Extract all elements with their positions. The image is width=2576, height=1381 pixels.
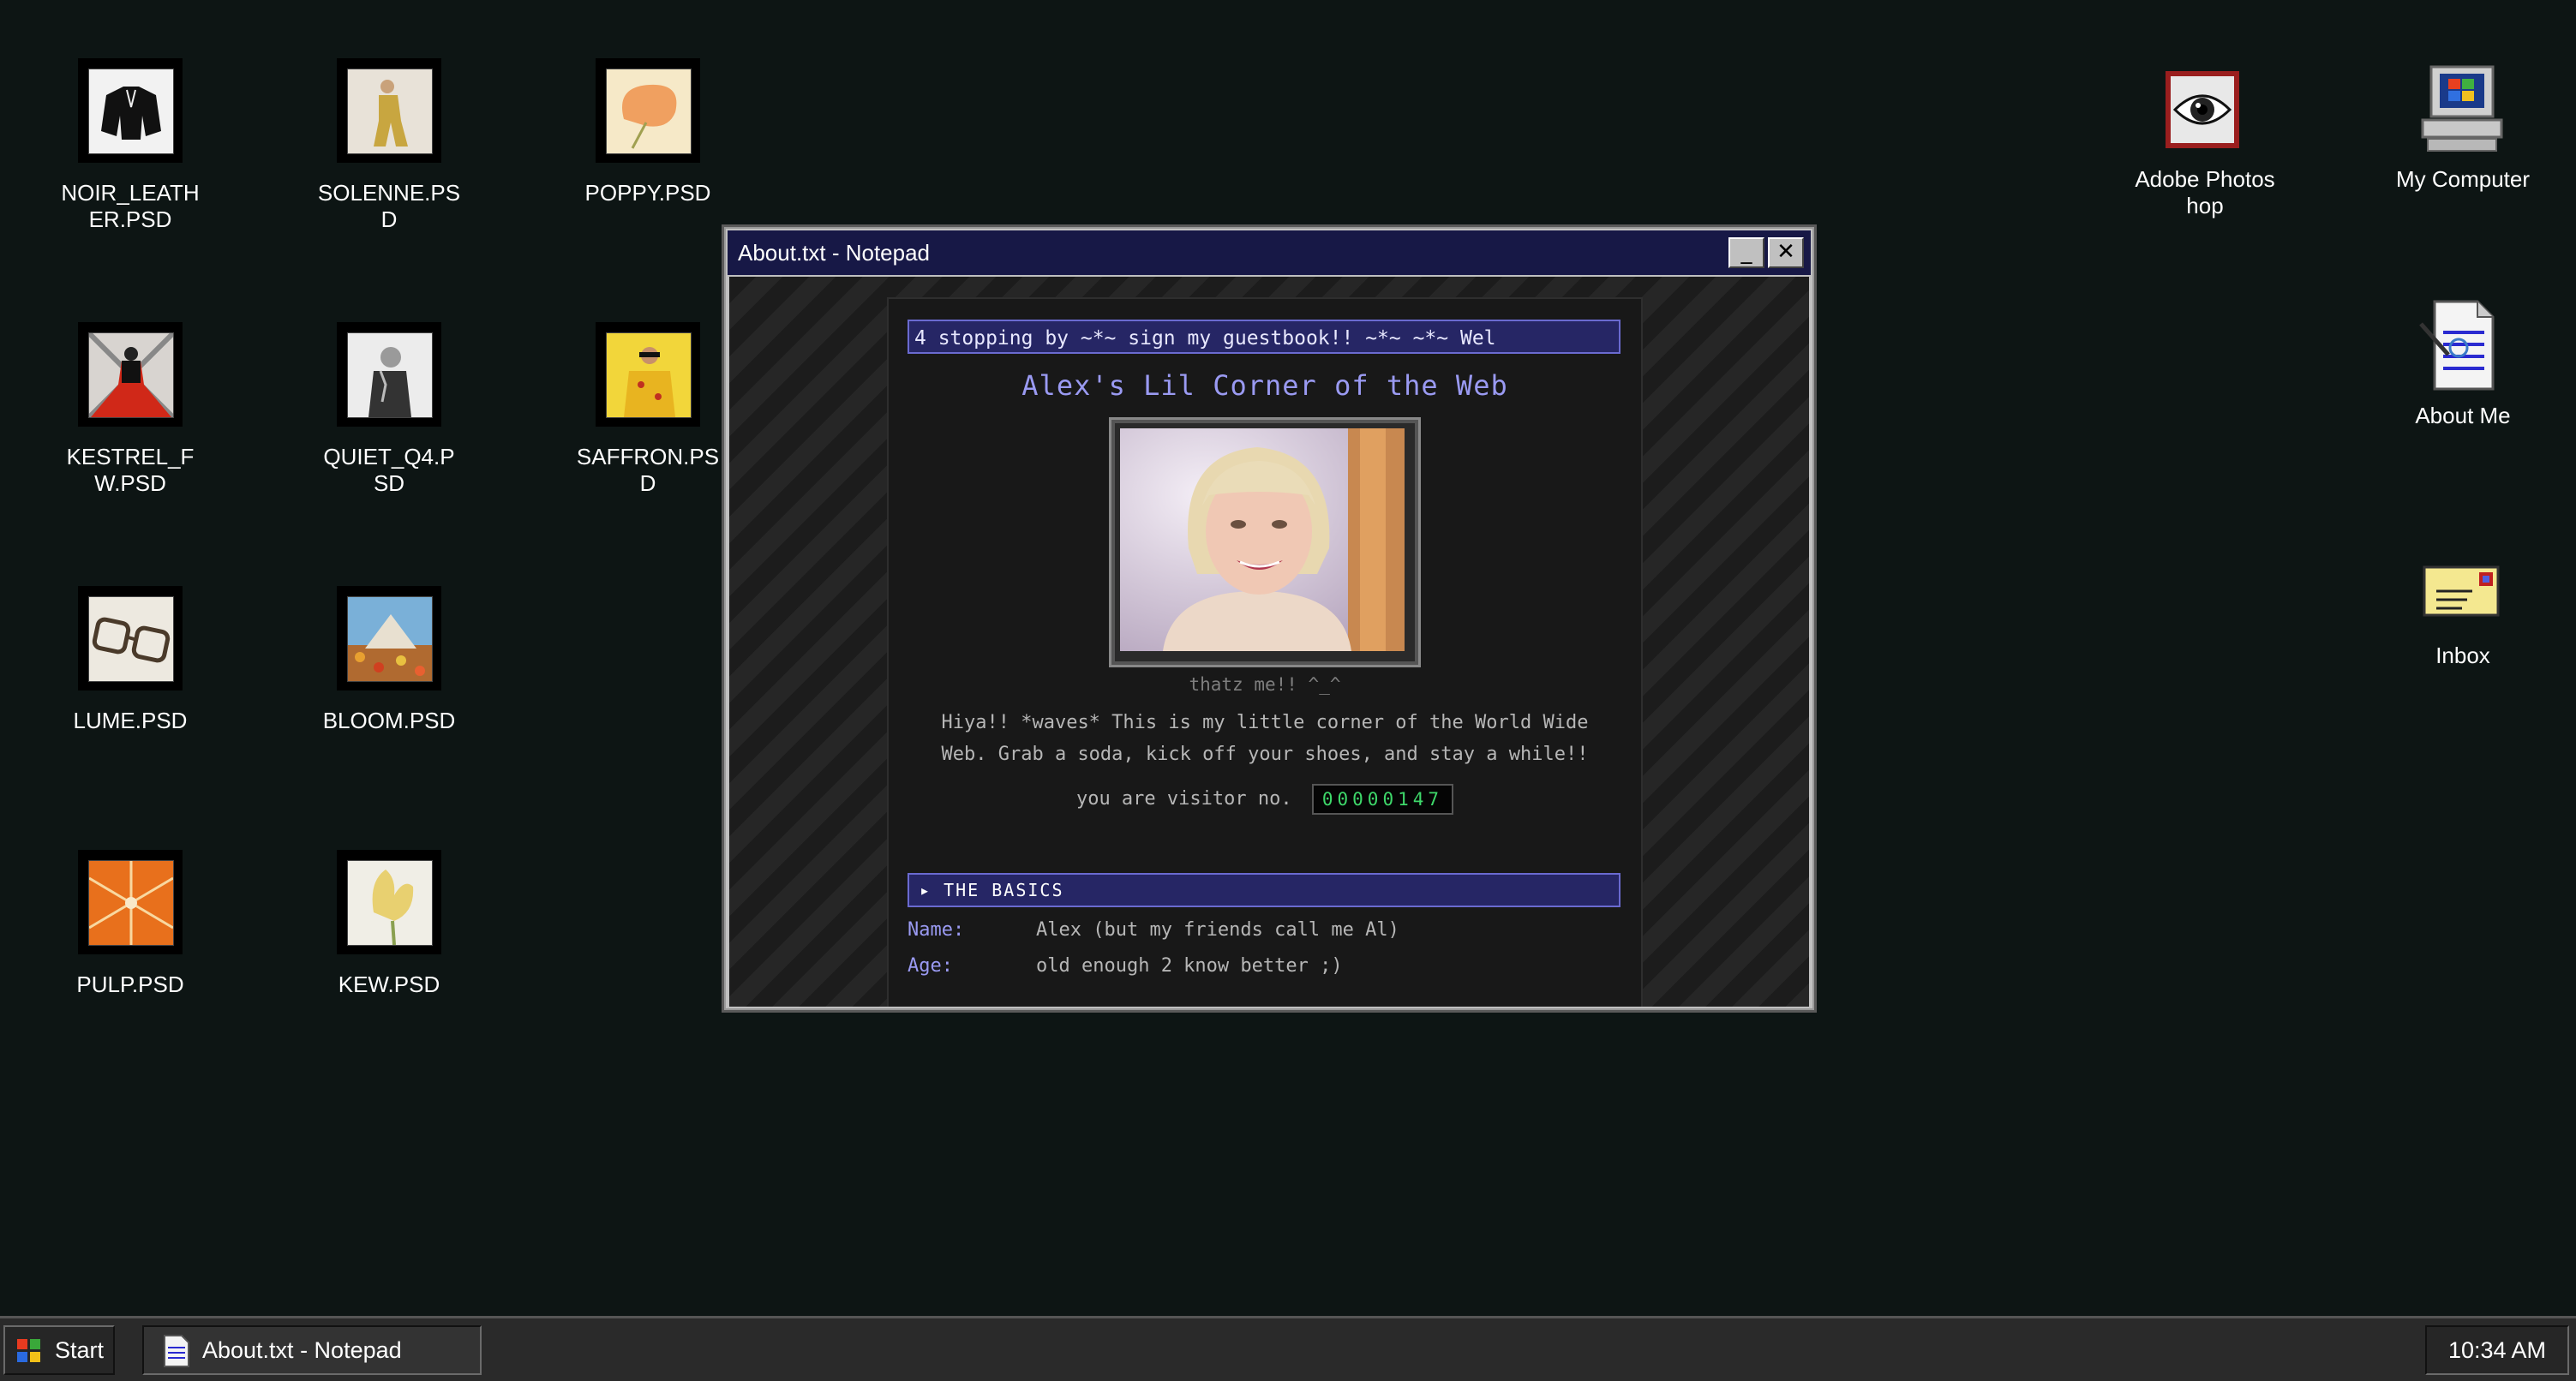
thumbnail-frame <box>80 324 181 425</box>
desktop-icon-noir-leather[interactable]: NOIR_LEATHER.PSD <box>2 60 259 232</box>
flower-field-thumbnail <box>347 596 433 682</box>
visitor-counter: 00000147 <box>1311 784 1454 815</box>
yellow-outfit-thumbnail <box>606 332 692 418</box>
section-header-basics: ▸ THE BASICS <box>908 873 1620 907</box>
thumbnail-frame <box>338 324 440 425</box>
taskbar: Start About.txt - Notepad 10:34 AM <box>0 1316 2576 1381</box>
icon-label: QUIET_Q4.PSD <box>323 444 455 496</box>
basics-value: old enough 2 know better ;) <box>1036 955 1343 977</box>
orange-slice-thumbnail <box>88 860 174 946</box>
icon-label: About Me <box>2415 403 2511 428</box>
desktop-icon-kestrel-fw[interactable]: KESTREL_FW.PSD <box>2 324 259 496</box>
desktop-icon-my-computer[interactable]: My Computer <box>2334 63 2576 209</box>
minimize-button[interactable]: _ <box>1728 237 1764 268</box>
desktop-icon-pulp[interactable]: PULP.PSD <box>2 852 259 1023</box>
desktop-icon-lume[interactable]: LUME.PSD <box>2 588 259 759</box>
icon-label: KEW.PSD <box>338 971 440 997</box>
basics-row-name: Name: Alex (but my friends call me Al) <box>908 919 1620 941</box>
window-titlebar[interactable]: About.txt - Notepad _ ✕ <box>728 230 1811 275</box>
intro-line: Hiya!! *waves* This is my little corner … <box>941 712 1589 733</box>
poppy-flower-thumbnail <box>606 69 692 154</box>
guestbook-marquee: 4 stopping by ~*~ sign my guestbook!! ~*… <box>908 320 1620 354</box>
taskbar-clock: 10:34 AM <box>2425 1325 2569 1375</box>
thumbnail-frame <box>80 852 181 953</box>
icon-label: My Computer <box>2395 166 2531 192</box>
thumbnail-frame <box>597 60 698 161</box>
basics-value: Alex (but my friends call me Al) <box>1036 919 1399 941</box>
desktop-icon-photoshop[interactable]: Adobe Photoshop <box>2076 67 2333 230</box>
desktop-icon-quiet-q4[interactable]: QUIET_Q4.PSD <box>261 324 518 496</box>
thumbnail-frame <box>597 324 698 425</box>
window-content[interactable]: 4 stopping by ~*~ sign my guestbook!! ~*… <box>729 277 1809 1007</box>
desktop-icon-poppy[interactable]: POPPY.PSD <box>519 60 776 231</box>
icon-label: NOIR_LEATHER.PSD <box>61 180 200 232</box>
envelope-icon <box>2423 565 2500 617</box>
notepad-window[interactable]: About.txt - Notepad _ ✕ 4 stopping by ~*… <box>722 224 1817 1013</box>
page-heading: Alex's Lil Corner of the Web <box>1021 369 1508 402</box>
eyeglasses-thumbnail <box>88 596 174 682</box>
thumbnail-frame <box>80 588 181 689</box>
red-gown-thumbnail <box>88 332 174 418</box>
basics-row-age: Age: old enough 2 know better ;) <box>908 955 1620 977</box>
icon-label: Inbox <box>2435 643 2490 668</box>
homepage-content: 4 stopping by ~*~ sign my guestbook!! ~*… <box>887 297 1643 1007</box>
basics-key: Age: <box>908 955 953 977</box>
icon-label: PULP.PSD <box>76 971 184 997</box>
visitor-counter-row: you are visitor no. 00000147 <box>889 782 1641 816</box>
desktop-icon-about-me[interactable]: About Me <box>2334 298 2576 444</box>
start-label: Start <box>55 1337 105 1363</box>
profile-photo-frame <box>1109 417 1421 667</box>
windows-logo-icon <box>17 1339 40 1362</box>
close-button[interactable]: ✕ <box>1768 237 1804 268</box>
photoshop-eye-icon <box>2166 71 2239 148</box>
desktop-icon-inbox[interactable]: Inbox <box>2334 548 2576 685</box>
profile-photo <box>1120 428 1405 651</box>
desktop-icon-bloom[interactable]: BLOOM.PSD <box>261 588 518 759</box>
basics-key: Name: <box>908 919 965 941</box>
computer-icon <box>2421 65 2503 152</box>
desktop-icon-solenne[interactable]: SOLENNE.PSD <box>261 60 518 232</box>
notepad-icon <box>164 1335 189 1367</box>
document-icon <box>2419 300 2495 391</box>
tulip-thumbnail <box>347 860 433 946</box>
taskbar-item-notepad[interactable]: About.txt - Notepad <box>142 1325 482 1375</box>
taskbar-item-label: About.txt - Notepad <box>202 1337 402 1363</box>
icon-label: KESTREL_FW.PSD <box>66 444 195 496</box>
thumbnail-frame <box>338 60 440 161</box>
window-title: About.txt - Notepad <box>738 239 931 266</box>
visitor-label: you are visitor no. <box>1075 788 1292 810</box>
icon-label: LUME.PSD <box>73 708 188 733</box>
bw-portrait-thumbnail <box>347 332 433 418</box>
start-button[interactable]: Start <box>3 1325 115 1375</box>
icon-label: SOLENNE.PSD <box>317 180 461 232</box>
model-yellow-outfit-thumbnail <box>347 69 433 154</box>
icon-label: Adobe Photoshop <box>2135 166 2275 218</box>
intro-text: Hiya!! *waves* This is my little corner … <box>908 707 1622 770</box>
icon-label: SAFFRON.PSD <box>576 444 720 496</box>
icon-label: POPPY.PSD <box>584 180 711 206</box>
leather-jacket-thumbnail <box>88 69 174 154</box>
icon-label: BLOOM.PSD <box>322 708 456 733</box>
thumbnail-frame <box>338 588 440 689</box>
photo-caption: thatz me!! ^_^ <box>1189 674 1341 695</box>
thumbnail-frame <box>80 60 181 161</box>
desktop-icon-kew[interactable]: KEW.PSD <box>261 852 518 1023</box>
intro-line: Web. Grab a soda, kick off your shoes, a… <box>941 744 1589 765</box>
thumbnail-frame <box>338 852 440 953</box>
